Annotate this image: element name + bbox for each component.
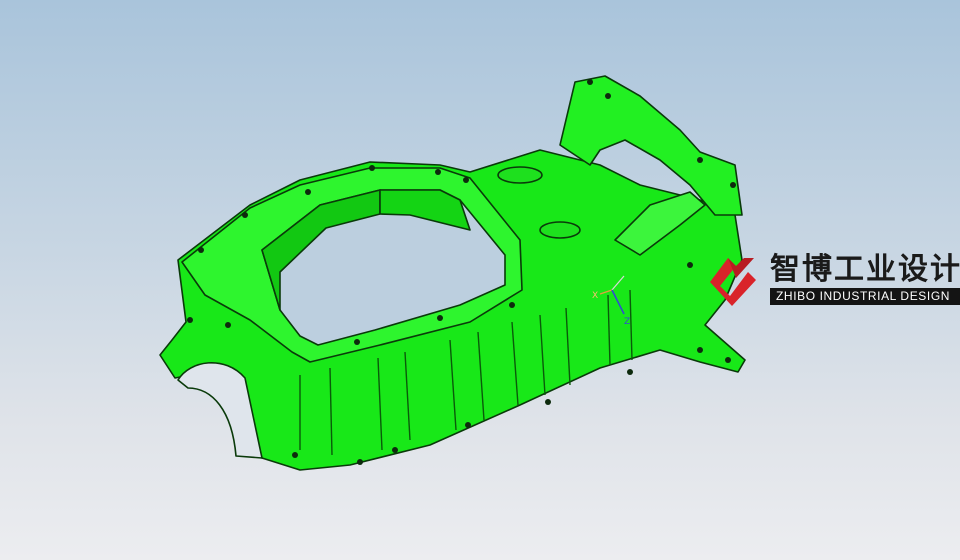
brand-watermark: 智博工业设计 ZHIBO INDUSTRIAL DESIGN bbox=[706, 252, 960, 308]
z-axis-label: Z bbox=[624, 317, 630, 327]
y-axis-line bbox=[599, 289, 613, 295]
z-axis-line bbox=[611, 289, 625, 315]
oil-port-2 bbox=[539, 221, 581, 239]
brand-name-en-bar: ZHIBO INDUSTRIAL DESIGN bbox=[770, 288, 960, 305]
cad-3d-viewport[interactable]: X Z 智博工业设计 ZHIBO INDUSTRIAL DESIGN bbox=[0, 0, 960, 560]
zhibo-logo-icon bbox=[710, 258, 756, 306]
x-axis-line bbox=[611, 275, 625, 291]
oil-port-1 bbox=[497, 166, 543, 184]
brand-name-cn: 智博工业设计 bbox=[770, 252, 960, 287]
brand-name-en: ZHIBO INDUSTRIAL DESIGN bbox=[776, 289, 951, 303]
axis-triad: X Z bbox=[592, 275, 630, 327]
x-axis-label: X bbox=[592, 291, 598, 301]
